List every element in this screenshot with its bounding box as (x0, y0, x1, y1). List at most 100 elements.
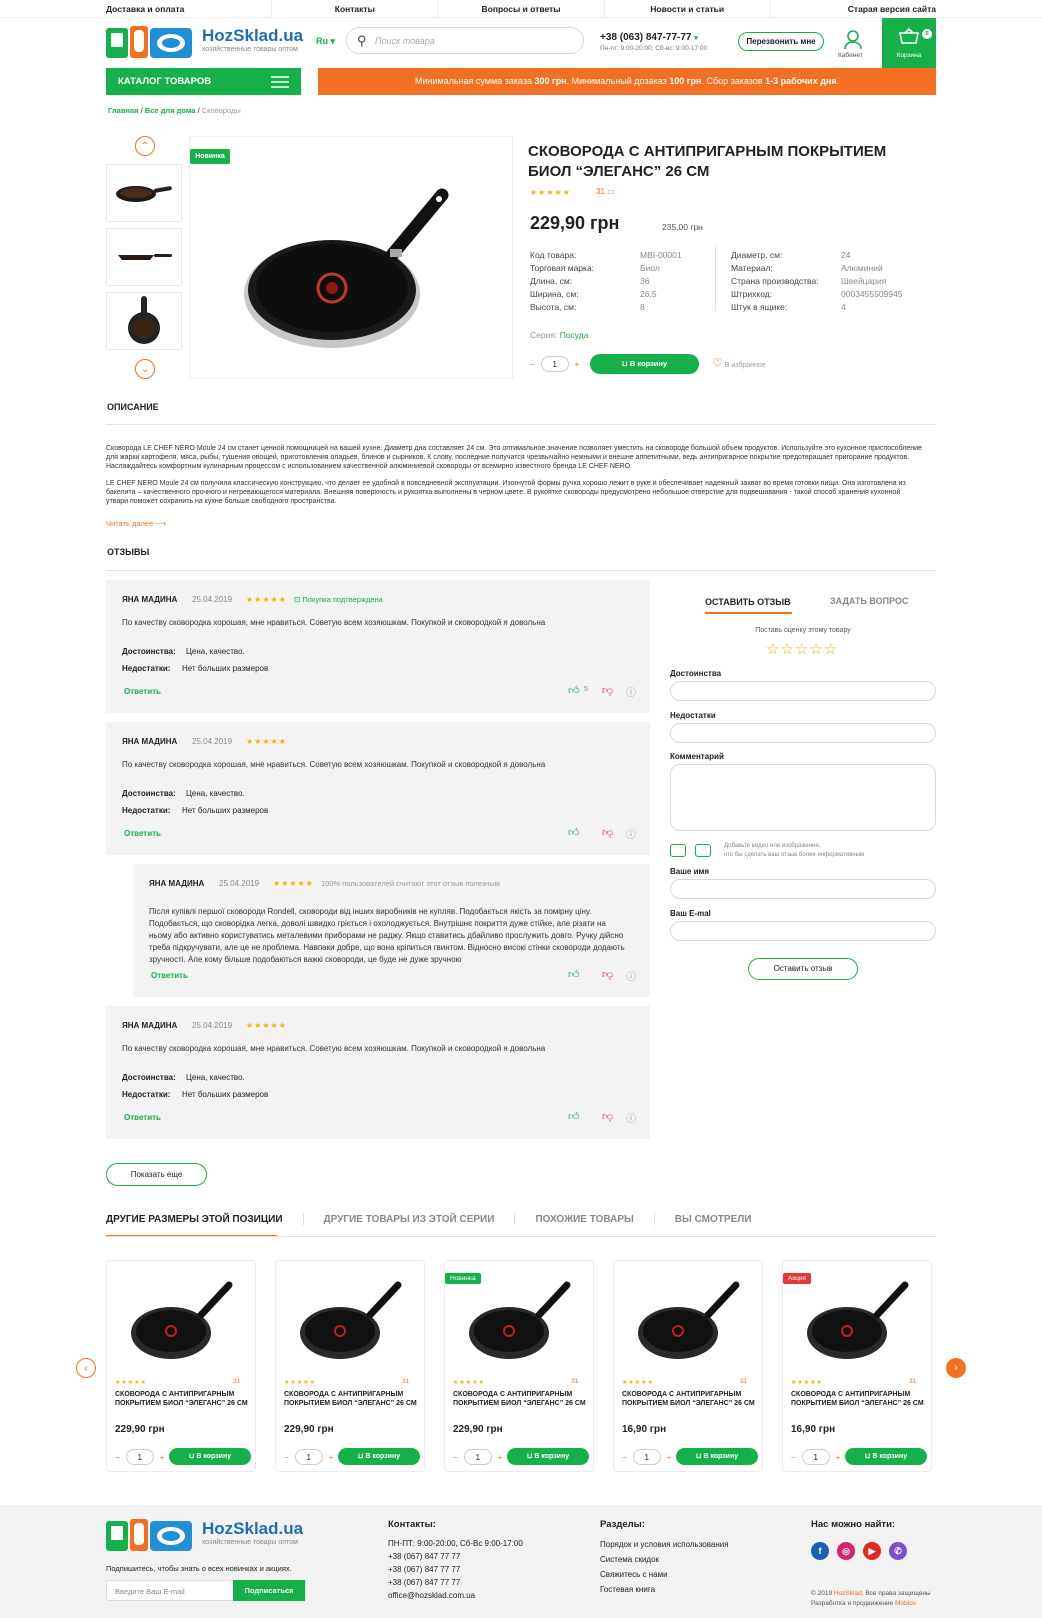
card-title[interactable]: СКОВОРОДА С АНТИПРИГАРНЫМ ПОКРЫТИЕМ БИОЛ… (622, 1390, 756, 1408)
tab-other-sizes[interactable]: ДРУГИЕ РАЗМЕРЫ ЭТОЙ ПОЗИЦИИ (106, 1214, 283, 1225)
cons-input[interactable] (670, 723, 936, 743)
report-icon[interactable]: ⓘ (626, 1110, 636, 1125)
catalog-button[interactable]: КАТАЛОГ ТОВАРОВ (106, 68, 301, 95)
gallery-thumb-2[interactable] (106, 228, 182, 286)
card-qty-stepper[interactable]: −1 + (622, 1449, 671, 1465)
like-icon[interactable]: 👍︎ (568, 968, 580, 981)
product-card[interactable]: Новинка ★★★★★ 31 СКОВОРОДА С АНТИПРИГАРНЫМ … (444, 1260, 594, 1472)
reply-link[interactable]: Ответить (124, 687, 161, 696)
cabinet-button[interactable] (842, 30, 864, 52)
tab-leave-review[interactable]: ОСТАВИТЬ ОТЗЫВ (705, 597, 791, 607)
read-more-link[interactable]: Читать далее ⟶ (106, 519, 166, 528)
product-card[interactable]: ★★★★★ 31 СКОВОРОДА С АНТИПРИГАРНЫМ ПОКРЫТИ… (106, 1260, 256, 1472)
nav-faq[interactable]: Вопросы и ответы (438, 0, 605, 17)
header-phone[interactable]: +38 (063) 847-77-77 ▾ (600, 32, 698, 43)
section-link[interactable]: Свяжитесь с нами (600, 1567, 729, 1582)
card-qty-stepper[interactable]: −1 + (284, 1449, 333, 1465)
nav-news[interactable]: Новости и статьи (605, 0, 771, 17)
card-title[interactable]: СКОВОРОДА С АНТИПРИГАРНЫМ ПОКРЫТИЕМ БИОЛ… (453, 1390, 587, 1408)
search-input[interactable]: ⚲ Поиск товара (346, 27, 584, 54)
card-title[interactable]: СКОВОРОДА С АНТИПРИГАРНЫМ ПОКРЫТИЕМ БИОЛ… (115, 1390, 249, 1408)
submit-review-button[interactable]: Оставить отзыв (748, 958, 858, 980)
gallery-thumb-3[interactable] (106, 292, 182, 350)
quantity-stepper[interactable]: −1 + (530, 356, 579, 372)
gallery-down-arrow-icon[interactable]: ⌄ (135, 359, 155, 379)
tab-viewed[interactable]: ВЫ СМОТРЕЛИ (675, 1214, 752, 1225)
gallery-thumb-1[interactable] (106, 164, 182, 222)
subscribe-button[interactable]: Подписаться (233, 1580, 305, 1601)
contact-item[interactable]: +38 (067) 847 77 77 (388, 1576, 523, 1589)
dislike-icon[interactable]: 👎︎ (602, 684, 613, 697)
lang-select[interactable]: Ru ▾ (316, 36, 335, 47)
product-reviews-count[interactable]: 31 ▭ (596, 187, 615, 196)
nav-old-site[interactable]: Старая версия сайта (771, 0, 1042, 17)
report-icon[interactable]: ⓘ (626, 968, 636, 983)
youtube-icon[interactable]: ▶ (863, 1542, 881, 1560)
add-image-icon[interactable] (670, 844, 686, 857)
tab-same-series[interactable]: ДРУГИЕ ТОВАРЫ ИЗ ЭТОЙ СЕРИИ (324, 1214, 495, 1225)
favorite-button[interactable]: ♡ В избранное (712, 356, 766, 370)
card-qty-stepper[interactable]: −1 + (791, 1449, 840, 1465)
logo[interactable]: HozSklad.ua хозяйственные товары оптом (106, 24, 303, 60)
carousel-prev-icon[interactable]: ‹ (76, 1358, 96, 1378)
qty-plus[interactable]: + (575, 360, 580, 369)
carousel-next-icon[interactable]: › (946, 1358, 966, 1378)
card-title[interactable]: СКОВОРОДА С АНТИПРИГАРНЫМ ПОКРЫТИЕМ БИОЛ… (284, 1390, 418, 1408)
like-icon[interactable]: 👍︎ (568, 826, 580, 839)
facebook-icon[interactable]: f (811, 1542, 829, 1560)
main-product-image[interactable]: Новинка (189, 136, 513, 379)
card-add-to-cart-button[interactable]: ⊔ В корзину (338, 1448, 420, 1465)
dislike-icon[interactable]: 👎︎ (602, 1110, 613, 1123)
section-link[interactable]: Система скидок (600, 1552, 729, 1567)
product-card[interactable]: ★★★★★ 31 СКОВОРОДА С АНТИПРИГАРНЫМ ПОКРЫТИ… (613, 1260, 763, 1472)
pros-input[interactable] (670, 681, 936, 701)
product-card[interactable]: ★★★★★ 31 СКОВОРОДА С АНТИПРИГАРНЫМ ПОКРЫТИ… (275, 1260, 425, 1472)
like-icon[interactable]: 👍︎ (568, 1110, 580, 1123)
contact-item[interactable]: +38 (067) 847 77 77 (388, 1563, 523, 1576)
card-add-to-cart-button[interactable]: ⊔ В корзину (676, 1448, 758, 1465)
reply-link[interactable]: Ответить (124, 829, 161, 838)
product-card[interactable]: Акция ★★★★★ 31 СКОВОРОДА С АНТИПРИГАРНЫМ ПО… (782, 1260, 932, 1472)
footer-logo[interactable]: HozSklad.ua хозяйственные товары оптом (106, 1517, 303, 1553)
callback-button[interactable]: Перезвонить мне (738, 32, 824, 51)
tab-similar[interactable]: ПОХОЖИЕ ТОВАРЫ (535, 1214, 633, 1225)
cart-button[interactable]: 0 Корзина (882, 18, 936, 68)
tab-ask-question[interactable]: ЗАДАТЬ ВОПРОС (830, 596, 909, 606)
card-qty-stepper[interactable]: −1 + (115, 1449, 164, 1465)
section-link[interactable]: Гостевая книга (600, 1582, 729, 1597)
gallery-up-arrow-icon[interactable]: ⌃ (135, 136, 155, 156)
like-icon[interactable]: 👍︎ (568, 684, 580, 697)
email-input[interactable] (670, 921, 936, 941)
qty-minus[interactable]: − (530, 360, 535, 369)
reply-link[interactable]: Ответить (124, 1113, 161, 1122)
search-icon[interactable]: ⚲ (357, 33, 367, 49)
instagram-icon[interactable]: ◎ (837, 1542, 855, 1560)
section-link[interactable]: Порядок и условия использования (600, 1537, 729, 1552)
name-input[interactable] (670, 879, 936, 899)
show-more-button[interactable]: Показать еще (106, 1163, 207, 1186)
qty-value[interactable]: 1 (540, 356, 569, 372)
dislike-icon[interactable]: 👎︎ (602, 826, 613, 839)
card-add-to-cart-button[interactable]: ⊔ В корзину (507, 1448, 589, 1465)
reply-link[interactable]: Ответить (151, 971, 188, 980)
add-video-icon[interactable] (695, 844, 711, 857)
report-icon[interactable]: ⓘ (626, 684, 636, 699)
contact-item[interactable]: ПН-ПТ: 9:00-20:00, Сб-Вс 9:00-17:00 (388, 1537, 523, 1550)
viber-icon[interactable]: ✆ (889, 1542, 907, 1560)
rating-input-stars[interactable]: ☆☆☆☆☆ (766, 640, 838, 658)
comment-textarea[interactable] (670, 764, 936, 831)
report-icon[interactable]: ⓘ (626, 826, 636, 841)
card-add-to-cart-button[interactable]: ⊔ В корзину (169, 1448, 251, 1465)
card-add-to-cart-button[interactable]: ⊔ В корзину (845, 1448, 927, 1465)
card-title[interactable]: СКОВОРОДА С АНТИПРИГАРНЫМ ПОКРЫТИЕМ БИОЛ… (791, 1390, 925, 1408)
nav-delivery[interactable]: Доставка и оплата (0, 0, 273, 17)
series-link[interactable]: Посуда (560, 330, 589, 340)
nav-contacts[interactable]: Контакты (272, 0, 439, 17)
dislike-icon[interactable]: 👎︎ (602, 968, 613, 981)
contact-item[interactable]: +38 (067) 847 77 77 (388, 1550, 523, 1563)
contact-item[interactable]: office@hozsklad.com.ua (388, 1589, 523, 1602)
breadcrumb-category[interactable]: Все для дома (145, 106, 196, 115)
add-to-cart-button[interactable]: ⊔ В корзину (590, 354, 699, 374)
breadcrumb-home[interactable]: Главная (108, 106, 139, 115)
card-qty-stepper[interactable]: −1 + (453, 1449, 502, 1465)
